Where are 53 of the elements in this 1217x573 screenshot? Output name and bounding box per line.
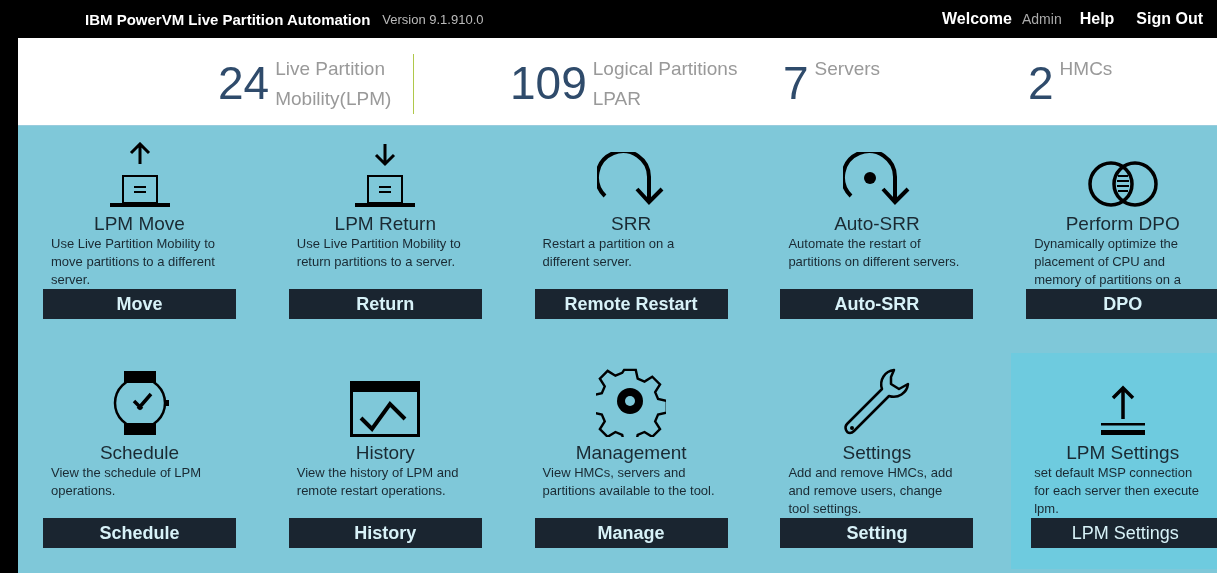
- action-button[interactable]: Remote Restart: [534, 289, 728, 319]
- action-button[interactable]: Schedule: [43, 518, 236, 548]
- tile-description: Use Live Partition Mobility to return partitions to a server.: [296, 235, 462, 271]
- stat-label: Servers: [814, 57, 881, 81]
- tile-title: Settings: [841, 442, 913, 464]
- action-button[interactable]: DPO: [1026, 289, 1217, 319]
- tile-title: SRR: [610, 213, 653, 235]
- action-button[interactable]: Auto-SRR: [780, 289, 974, 319]
- tile-title: LPM Return: [333, 213, 437, 235]
- stat-value: 109: [510, 58, 587, 111]
- tile-description: Use Live Partition Mobility to move partitions to a different server.: [51, 235, 216, 289]
- tile-description: View the schedule of LPM operations.: [51, 464, 203, 500]
- tile-title: Management: [574, 442, 688, 464]
- tile-title: Perform DPO: [1064, 213, 1181, 235]
- action-button[interactable]: History: [288, 518, 482, 548]
- action-button[interactable]: LPM Settings: [1031, 518, 1217, 548]
- tile-title: LPM Settings: [1065, 442, 1181, 464]
- tile-description: View the history of LPM and remote restart operations.: [296, 464, 460, 500]
- chart-window-icon: [350, 381, 421, 437]
- stat-label: Logical Partitions: [592, 57, 738, 81]
- tile-description: set default MSP connection for each server then execute lpm.: [1034, 464, 1200, 518]
- gear-icon: [596, 367, 667, 437]
- wrench-icon: [841, 367, 912, 437]
- stat-value: 2: [1028, 58, 1054, 109]
- tile-title: Schedule: [98, 442, 181, 464]
- tile-description: View HMCs, servers and partitions available to the tool.: [542, 464, 715, 500]
- tile-description: Dynamically optimize the placement of CPU and memory of partitions on a: [1034, 235, 1182, 289]
- tile-title: History: [354, 442, 416, 464]
- stat-label: LPAR: [592, 87, 642, 111]
- welcome-label: Welcome: [942, 10, 1012, 28]
- app-title: IBM PowerVM Live Partition Automation: [85, 10, 371, 28]
- stat-label: Mobility(LPM): [275, 87, 392, 111]
- download-icon: [354, 142, 417, 208]
- stat-value: 7: [783, 58, 809, 109]
- tile-title: LPM Move: [93, 213, 186, 235]
- user-name: Admin: [1022, 11, 1062, 27]
- tile-description: Add and remove HMCs, add and remove users, change tool settings.: [788, 464, 954, 518]
- stat-value: 24: [218, 58, 270, 111]
- tile-description: Automate the restart of partitions on different servers.: [788, 235, 961, 271]
- action-button[interactable]: Manage: [534, 518, 728, 548]
- upload-icon: [108, 142, 171, 208]
- header-link[interactable]: Sign Out: [1136, 10, 1203, 28]
- action-button[interactable]: Move: [43, 289, 236, 319]
- overlapping-circles-icon: [1086, 160, 1159, 208]
- tile-description: Restart a partition on a different server.: [542, 235, 676, 271]
- stat-label: HMCs: [1059, 57, 1113, 81]
- upload-icon: [1099, 385, 1146, 437]
- header-link[interactable]: Help: [1079, 10, 1115, 28]
- action-button[interactable]: Return: [288, 289, 482, 319]
- tile-title: Auto-SRR: [833, 213, 921, 235]
- stat-label: Live Partition: [275, 57, 386, 81]
- version-label: Version 9.1.910.0: [382, 11, 484, 27]
- action-button[interactable]: Setting: [780, 518, 974, 548]
